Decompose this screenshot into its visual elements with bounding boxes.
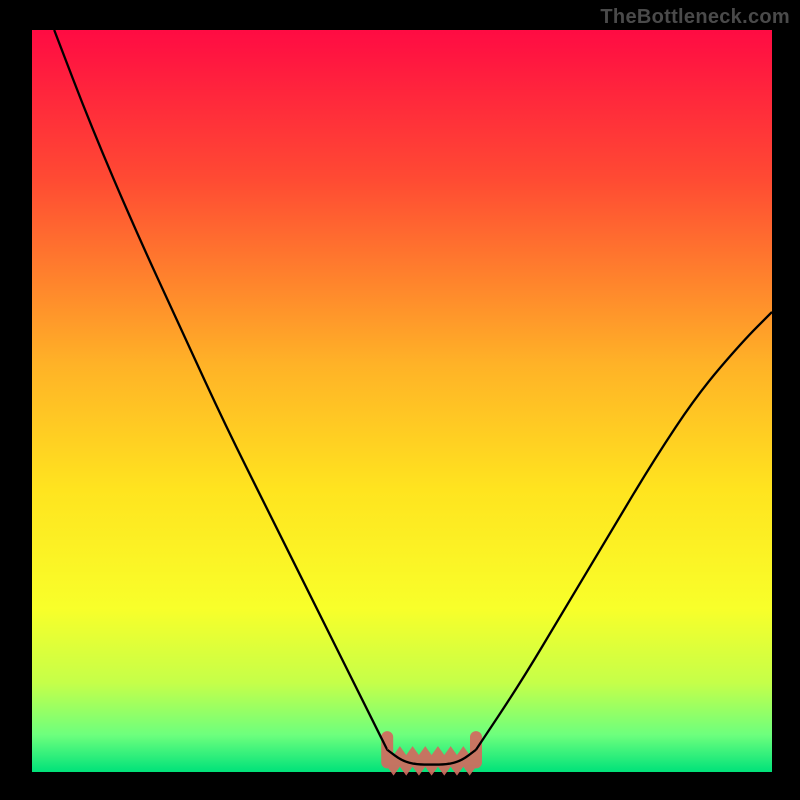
plot-background: [32, 30, 772, 772]
watermark-text: TheBottleneck.com: [600, 6, 790, 29]
chart-stage: TheBottleneck.com: [0, 0, 800, 800]
bottleneck-chart: [0, 0, 800, 800]
